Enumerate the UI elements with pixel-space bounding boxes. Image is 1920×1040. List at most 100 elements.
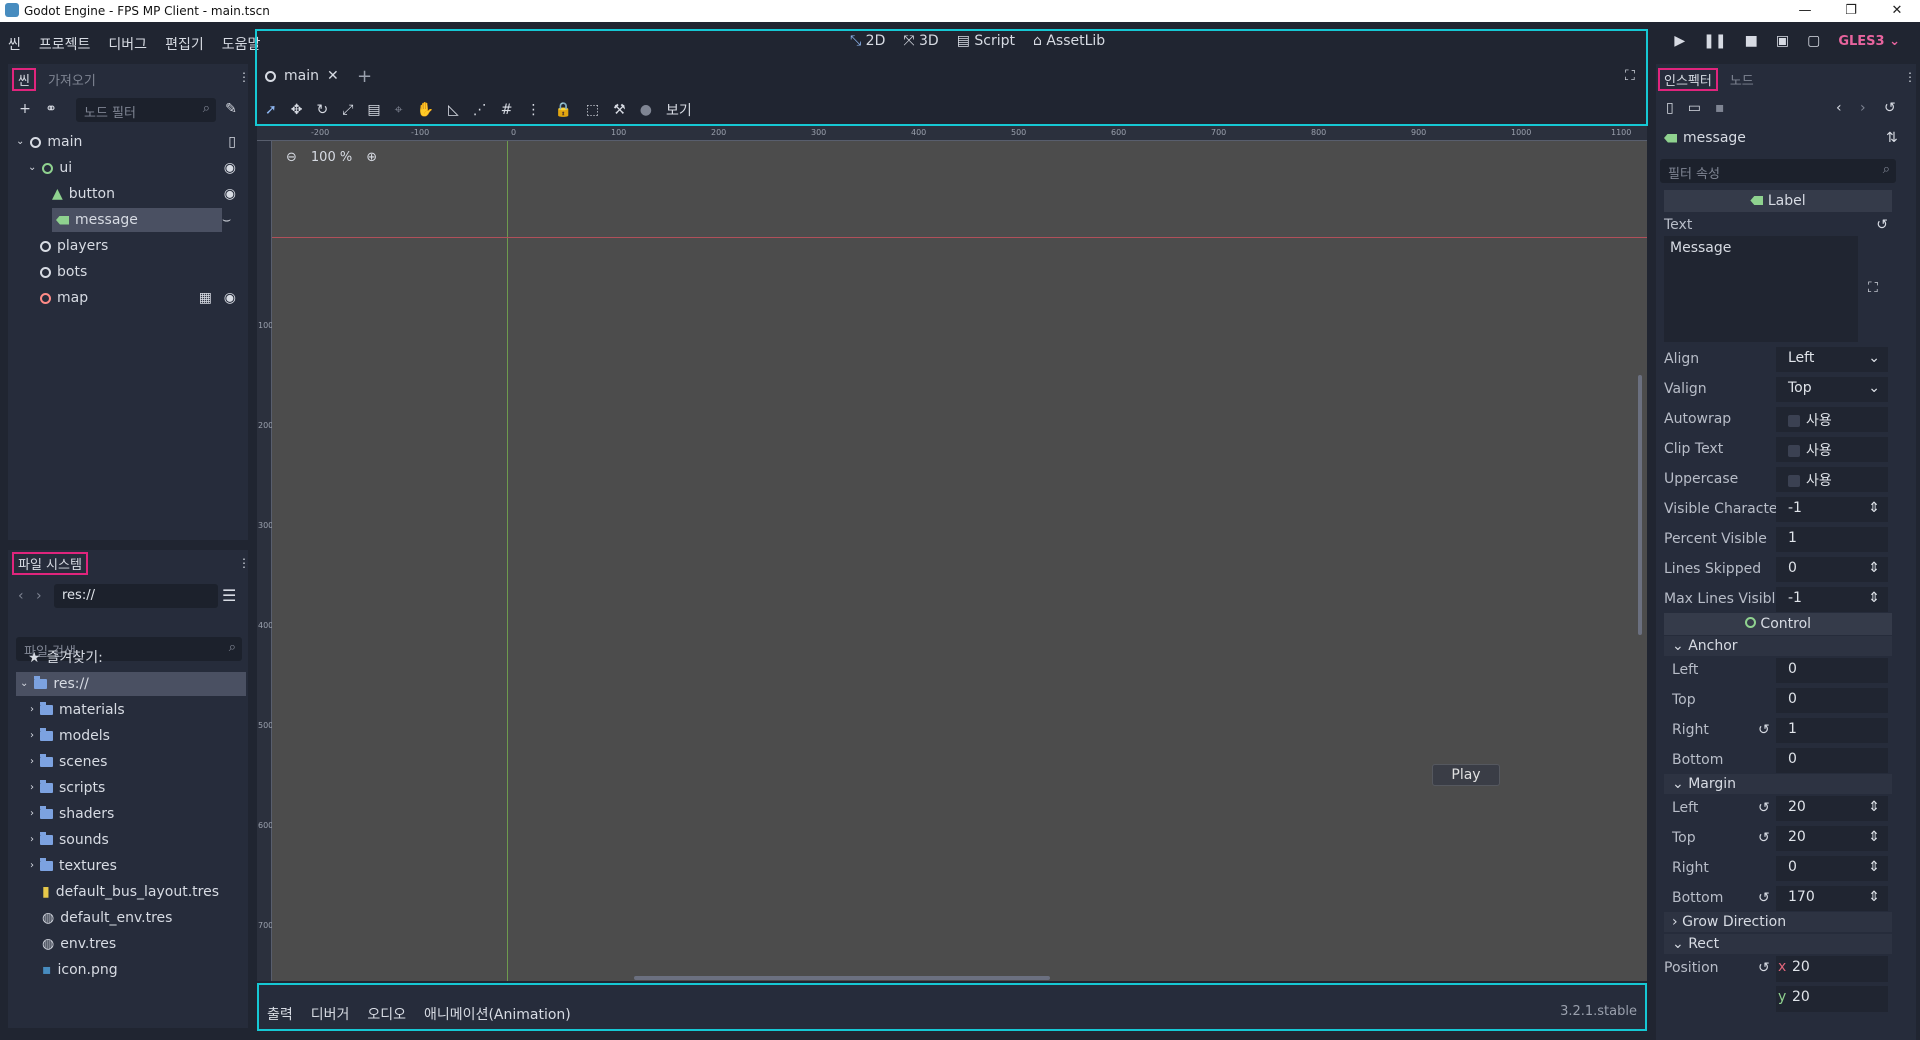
tree-node-message[interactable]: message [52,208,222,232]
favorites-row[interactable]: ★ 즐겨찾기: [28,646,103,670]
revert-icon[interactable]: ↺ [1758,722,1770,738]
property-filter-input[interactable]: 필터 속성 ⌕ [1660,159,1896,183]
clip-text-checkbox[interactable]: 사용 [1776,437,1888,462]
tree-node-button[interactable]: ▲ button ◉ [52,182,242,206]
save-resource-icon[interactable]: ▪ [1715,100,1725,116]
history-forward-icon[interactable]: › [1860,100,1866,116]
play-icon[interactable]: ▶ [1674,33,1685,49]
folder-textures[interactable]: › textures [30,854,117,878]
margin-right-field[interactable]: 0 ⇕ [1776,856,1888,881]
margin-bottom-field[interactable]: 170 ⇕ [1776,886,1888,911]
max-lines-visible-spinbox[interactable]: -1 ⇕ [1776,587,1888,612]
position-y-field[interactable]: y 20 [1776,986,1888,1012]
file-env[interactable]: ◍ env.tres [42,932,116,956]
scale-tool-icon[interactable]: ⤢ [342,102,353,118]
mode-2d-button[interactable]: ⤡ 2D [850,33,885,49]
attach-script-icon[interactable]: ✎ [222,100,240,118]
visibility-hidden-icon[interactable]: ⌣ [222,212,231,228]
back-icon[interactable]: ‹ [18,588,24,604]
folder-models[interactable]: › models [30,724,110,748]
dock-menu-icon[interactable]: ⋮ [238,70,250,84]
mode-3d-button[interactable]: ⤧ 3D [903,33,938,49]
list-select-icon[interactable]: ▤ [367,102,380,118]
visible-characters-spinbox[interactable]: -1 ⇕ [1776,497,1888,522]
valign-select[interactable]: Top ⌄ [1776,377,1888,402]
menu-editor[interactable]: 편집기 [165,34,204,54]
move-tool-icon[interactable]: ✥ [291,102,303,118]
autowrap-checkbox[interactable]: 사용 [1776,407,1888,432]
skeleton-icon[interactable]: ⚒ [613,102,626,118]
tree-node-ui[interactable]: ⌄ ui ◉ [28,156,242,180]
revert-icon[interactable]: ↺ [1876,217,1888,233]
percent-visible-slider[interactable]: 1 [1776,527,1888,552]
mode-script-button[interactable]: ▤ Script [957,33,1015,49]
uppercase-checkbox[interactable]: 사용 [1776,467,1888,492]
revert-icon[interactable]: ↺ [1758,960,1770,976]
node-filter-input[interactable]: 노드 필터 ⌕ [76,98,216,122]
file-icon-png[interactable]: ▪ icon.png [42,958,118,982]
res-root-row[interactable]: ⌄ res:// [16,672,246,696]
tab-filesystem[interactable]: 파일 시스템 [12,552,88,575]
anchor-right-field[interactable]: 1 [1776,718,1888,743]
tab-debugger[interactable]: 디버거 [311,1004,350,1024]
pan-tool-icon[interactable]: ✋ [417,102,434,118]
tab-import[interactable]: 가져오기 [42,68,102,91]
close-button[interactable]: ✕ [1874,0,1920,22]
tab-animation[interactable]: 애니메이션(Animation) [424,1004,571,1024]
ruler-tool-icon[interactable]: ◺ [448,102,459,118]
zoom-in-icon[interactable]: ⊕ [366,150,377,165]
view-menu[interactable]: 보기 [666,100,692,120]
menu-project[interactable]: 프로젝트 [39,34,91,54]
tree-node-bots[interactable]: bots [40,260,240,284]
folder-sounds[interactable]: › sounds [30,828,109,852]
object-properties-icon[interactable]: ⇅ [1886,130,1898,146]
position-x-field[interactable]: x 20 [1776,956,1888,982]
mode-assetlib-button[interactable]: ⌂ AssetLib [1033,33,1105,49]
script-icon[interactable]: ▯ [228,130,236,154]
section-grow-direction[interactable]: › Grow Direction [1664,912,1892,932]
dock-menu-icon[interactable]: ⋮ [238,556,250,570]
menu-help[interactable]: 도움말 [222,34,261,54]
play-custom-scene-icon[interactable]: ▢ [1807,33,1820,49]
revert-icon[interactable]: ↺ [1758,830,1770,846]
anchor-bottom-field[interactable]: 0 [1776,748,1888,773]
folder-shaders[interactable]: › shaders [30,802,114,826]
history-icon[interactable]: ↺ [1884,100,1896,116]
instance-scene-icon[interactable]: ▦ [199,286,212,310]
margin-left-field[interactable]: 20 ⇕ [1776,796,1888,821]
group-icon[interactable]: ⬚ [586,102,599,118]
revert-icon[interactable]: ↺ [1758,800,1770,816]
vertical-scrollbar[interactable] [1638,375,1642,635]
menu-scene[interactable]: 씬 [8,34,21,54]
file-default-env[interactable]: ◍ default_env.tres [42,906,172,930]
camera-icon[interactable]: ● [640,102,652,118]
tab-inspector[interactable]: 인스펙터 [1658,67,1718,91]
renderer-select[interactable]: GLES3 ⌄ [1838,34,1900,49]
expand-icon[interactable]: ⛶ [1868,280,1878,296]
tab-audio[interactable]: 오디오 [367,1004,406,1024]
tree-node-map[interactable]: map ▦ ◉ [40,286,242,310]
visibility-eye-icon[interactable]: ◉ [224,286,236,310]
visibility-eye-icon[interactable]: ◉ [224,182,236,206]
viewport-canvas[interactable]: ⊖ 100 % ⊕ [272,141,1647,981]
tree-node-main[interactable]: ⌄ main ▯ [16,130,242,154]
history-back-icon[interactable]: ‹ [1836,100,1842,116]
tab-output[interactable]: 출력 [267,1004,293,1024]
restore-button[interactable]: ❐ [1828,0,1874,22]
tab-scene[interactable]: 씬 [12,67,36,91]
lock-icon[interactable]: 🔒 [554,102,571,118]
dock-menu-icon[interactable]: ⋮ [1904,70,1916,84]
pause-icon[interactable]: ❚❚ [1703,33,1726,49]
stop-icon[interactable]: ■ [1745,33,1758,49]
menu-debug[interactable]: 디버그 [108,34,147,54]
load-resource-icon[interactable]: ▭ [1688,100,1701,116]
tree-node-players[interactable]: players [40,234,240,258]
path-field[interactable]: res:// [54,584,218,608]
revert-icon[interactable]: ↺ [1758,890,1770,906]
section-margin[interactable]: ⌄ Margin [1664,774,1892,794]
lines-skipped-spinbox[interactable]: 0 ⇕ [1776,557,1888,582]
margin-top-field[interactable]: 20 ⇕ [1776,826,1888,851]
zoom-out-icon[interactable]: ⊖ [286,150,297,165]
forward-icon[interactable]: › [36,588,42,604]
section-anchor[interactable]: ⌄ Anchor [1664,636,1892,656]
